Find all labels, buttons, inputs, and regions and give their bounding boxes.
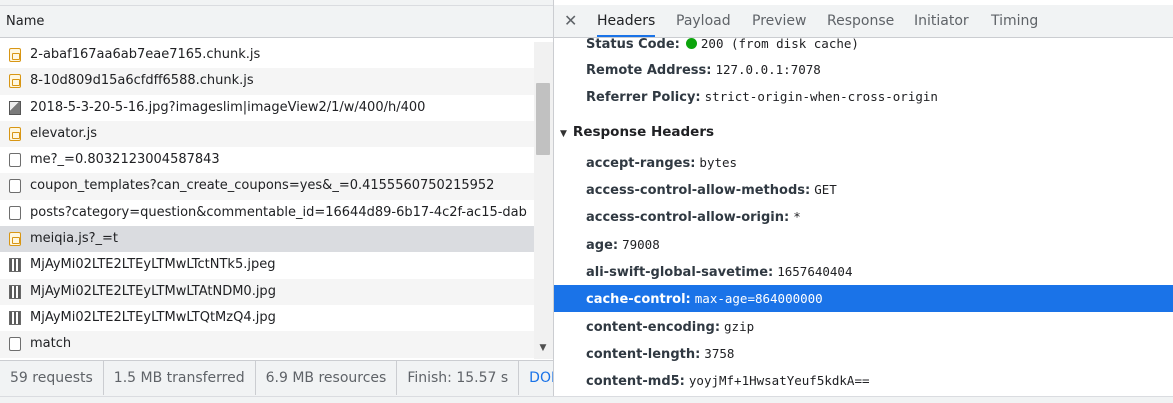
header-value: strict-origin-when-cross-origin bbox=[704, 89, 938, 104]
header-key: cache-control: bbox=[586, 292, 691, 307]
request-name: 2-abaf167aa6ab7eae7165.chunk.js bbox=[30, 47, 261, 62]
request-name: me?_=0.8032123004587843 bbox=[30, 152, 220, 168]
header-value: gzip bbox=[724, 319, 755, 334]
header-value: yoyjMf+1HwsatYeuf5kdkA== bbox=[688, 373, 870, 388]
network-status-bar: 59 requests 1.5 MB transferred 6.9 MB reso… bbox=[0, 360, 553, 396]
js-file-icon bbox=[9, 126, 21, 141]
general-referrer-policy: Referrer Policy: strict-origin-when-cross… bbox=[586, 83, 938, 110]
request-name: posts?category=question&commentable_id=1… bbox=[30, 204, 527, 220]
response-header-row: age: 79008 bbox=[586, 231, 660, 258]
name-column-header[interactable]: Name bbox=[0, 6, 553, 38]
request-row[interactable]: 2018-5-3-20-5-16.jpg?imageslim|imageView… bbox=[0, 95, 534, 121]
header-key: access-control-allow-origin: bbox=[586, 210, 790, 225]
response-header-row: content-length: 3758 bbox=[586, 340, 734, 367]
tab-timing[interactable]: Timing bbox=[991, 5, 1038, 37]
js-file-icon bbox=[9, 48, 21, 62]
document-icon bbox=[9, 337, 21, 352]
request-row[interactable]: MjAyMi02LTE2LTEyLTMwLTQtMzQ4.jpg bbox=[0, 305, 534, 331]
header-key: content-encoding: bbox=[586, 320, 721, 335]
request-list: 2-abaf167aa6ab7eae7165.chunk.js 8-10d809… bbox=[0, 42, 534, 359]
general-status-code: Status Code: 200 (from disk cache) bbox=[586, 38, 859, 57]
header-value: GET bbox=[814, 182, 837, 197]
qr-image-icon bbox=[9, 310, 21, 325]
request-count: 59 requests bbox=[0, 361, 104, 395]
request-name: 2018-5-3-20-5-16.jpg?imageslim|imageView… bbox=[30, 99, 426, 115]
request-name: 8-10d809d15a6cfdff6588.chunk.js bbox=[30, 73, 254, 89]
general-remote-address: Remote Address: 127.0.0.1:7078 bbox=[586, 56, 821, 83]
request-name: coupon_templates?can_create_coupons=yes&… bbox=[30, 178, 495, 194]
transferred-size: 1.5 MB transferred bbox=[104, 361, 256, 395]
header-key: age: bbox=[586, 238, 619, 253]
tab-response[interactable]: Response bbox=[827, 5, 894, 37]
document-icon bbox=[9, 153, 21, 168]
header-value: 127.0.0.1:7078 bbox=[715, 62, 821, 77]
document-icon bbox=[9, 179, 21, 194]
response-header-row: access-control-allow-origin: * bbox=[586, 203, 801, 230]
js-file-icon bbox=[9, 232, 21, 247]
tab-preview[interactable]: Preview bbox=[752, 5, 807, 37]
request-name: MjAyMi02LTE2LTEyLTMwLTAtNDM0.jpg bbox=[30, 283, 276, 299]
request-row[interactable]: MjAyMi02LTE2LTEyLTMwLTctNTk5.jpeg bbox=[0, 252, 534, 278]
headers-content: Status Code: 200 (from disk cache) Remote… bbox=[554, 38, 1173, 396]
request-name: MjAyMi02LTE2LTEyLTMwLTQtMzQ4.jpg bbox=[30, 309, 276, 325]
header-value: 1657640404 bbox=[777, 264, 853, 279]
resources-size: 6.9 MB resources bbox=[256, 361, 398, 395]
details-tab-bar: ✕ Headers Payload Preview Response Initi… bbox=[554, 5, 1173, 38]
response-header-row: access-control-allow-methods: GET bbox=[586, 176, 837, 203]
network-request-panel: Name 2-abaf167aa6ab7eae7165.chunk.js 8-1… bbox=[0, 0, 554, 402]
header-key: Remote Address: bbox=[586, 63, 712, 78]
request-row[interactable]: posts?category=question&commentable_id=1… bbox=[0, 200, 534, 226]
header-value: * bbox=[793, 209, 801, 224]
request-row[interactable]: MjAyMi02LTE2LTEyLTMwLTAtNDM0.jpg bbox=[0, 278, 534, 305]
tab-initiator[interactable]: Initiator bbox=[914, 5, 969, 37]
header-value: 200 (from disk cache) bbox=[700, 38, 859, 51]
header-key: access-control-allow-methods: bbox=[586, 183, 811, 198]
response-header-row: accept-ranges: bytes bbox=[586, 149, 737, 176]
tab-payload[interactable]: Payload bbox=[676, 5, 731, 37]
request-row[interactable]: coupon_templates?can_create_coupons=yes&… bbox=[0, 173, 534, 200]
request-name: match bbox=[30, 336, 72, 352]
image-file-icon bbox=[9, 100, 21, 115]
section-title: Response Headers bbox=[572, 124, 715, 140]
header-value: bytes bbox=[699, 155, 738, 170]
header-value: 3758 bbox=[704, 346, 735, 361]
request-row[interactable]: elevator.js bbox=[0, 120, 534, 148]
header-key: content-length: bbox=[586, 347, 701, 362]
request-row[interactable]: 2-abaf167aa6ab7eae7165.chunk.js bbox=[0, 42, 534, 68]
response-headers-section-toggle[interactable]: ▼ Response Headers bbox=[560, 119, 714, 146]
request-row[interactable]: me?_=0.8032123004587843 bbox=[0, 147, 534, 173]
triangle-down-icon: ▼ bbox=[560, 129, 567, 139]
header-key: Referrer Policy: bbox=[586, 90, 701, 105]
scroll-down-arrow-icon[interactable]: ▼ bbox=[536, 341, 550, 355]
response-header-row: content-md5: yoyjMf+1HwsatYeuf5kdkA== bbox=[586, 367, 870, 394]
header-key: ali-swift-global-savetime: bbox=[586, 265, 774, 280]
tab-headers[interactable]: Headers bbox=[597, 5, 656, 37]
request-name: elevator.js bbox=[30, 125, 97, 141]
document-icon bbox=[9, 205, 21, 220]
finish-time: Finish: 15.57 s bbox=[397, 361, 520, 395]
request-details-panel: ✕ Headers Payload Preview Response Initi… bbox=[554, 0, 1173, 396]
qr-image-icon bbox=[9, 284, 21, 299]
request-row-selected[interactable]: meiqia.js?_=t bbox=[0, 226, 534, 253]
js-file-icon bbox=[9, 74, 21, 89]
response-header-row: ali-swift-global-savetime: 1657640404 bbox=[586, 258, 852, 285]
response-header-row-selected[interactable]: cache-control: max-age=864000000 bbox=[586, 285, 823, 312]
request-row[interactable]: 8-10d809d15a6cfdff6588.chunk.js bbox=[0, 68, 534, 95]
status-ok-dot-icon bbox=[685, 38, 697, 49]
request-name: MjAyMi02LTE2LTEyLTMwLTctNTk5.jpeg bbox=[30, 257, 276, 273]
close-icon[interactable]: ✕ bbox=[564, 11, 577, 30]
header-value: 79008 bbox=[622, 237, 660, 252]
header-key: accept-ranges: bbox=[586, 156, 696, 171]
header-key: content-md5: bbox=[586, 374, 685, 389]
response-header-row: content-encoding: gzip bbox=[586, 313, 754, 340]
dom-content-loaded: DOMC bbox=[529, 370, 553, 386]
request-row[interactable]: match bbox=[0, 331, 534, 358]
header-value: max-age=864000000 bbox=[694, 291, 823, 306]
request-name: meiqia.js?_=t bbox=[30, 231, 119, 247]
qr-image-icon bbox=[9, 258, 21, 273]
scrollbar-thumb[interactable] bbox=[536, 83, 550, 155]
header-key: Status Code: bbox=[586, 38, 680, 52]
